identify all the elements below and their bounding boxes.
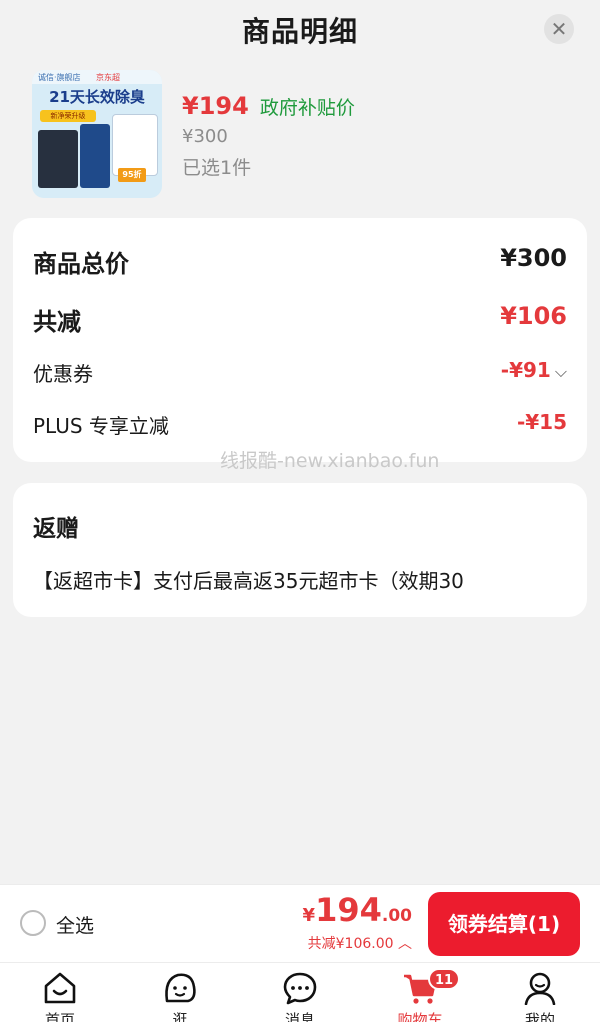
message-icon: [283, 972, 317, 1005]
gift-card: 返赠 【返超市卡】支付后最高返35元超市卡（效期30: [13, 483, 587, 617]
currency-symbol: ¥: [302, 905, 316, 926]
tab-home-label: 首页: [44, 1011, 75, 1022]
total-value: ¥300: [500, 244, 567, 272]
reduce-row: 共减 ¥106: [33, 302, 567, 342]
thumb-box-dark: [38, 130, 78, 188]
original-price: ¥300: [182, 126, 228, 147]
total-row: 商品总价 ¥300: [33, 244, 567, 284]
total-decimal: .00: [381, 906, 412, 926]
plus-row: PLUS 专享立减 -¥15: [33, 410, 567, 450]
reduce-value: ¥106: [500, 302, 567, 330]
coupon-value-wrap[interactable]: -¥91 ⌵: [501, 358, 567, 382]
tab-cart[interactable]: 11 购物车: [380, 968, 461, 1022]
checkout-total: ¥194.00: [303, 891, 412, 929]
reduce-label: 共减: [33, 308, 81, 336]
tab-profile-label: 我的: [524, 1011, 555, 1022]
product-item: 诚信·旗舰店 京东超 21天长效除臭 新净荣升级 95折 ¥194 政府补贴价 …: [32, 70, 572, 200]
thumb-headline: 21天长效除臭: [49, 88, 145, 106]
product-price: ¥194: [182, 92, 249, 120]
select-all-label[interactable]: 全选: [56, 911, 94, 938]
plus-value: -¥15: [516, 410, 567, 434]
cart-count-badge: 11: [428, 968, 461, 990]
checkout-button[interactable]: 领券结算(1): [428, 892, 580, 956]
profile-icon: [524, 972, 556, 1005]
home-icon: [44, 972, 76, 1004]
explore-icon: [165, 973, 196, 1003]
coupon-row[interactable]: 优惠券 -¥91 ⌵: [33, 358, 567, 398]
price-summary-card: 商品总价 ¥300 共减 ¥106 优惠券 -¥91 ⌵ PLUS 专享立减 -¥…: [13, 218, 587, 462]
tab-message[interactable]: 消息: [260, 971, 340, 1022]
tab-message-label: 消息: [284, 1011, 315, 1022]
price-row: ¥194 政府补贴价: [182, 92, 355, 120]
thumb-brand-right: 京东超: [96, 73, 120, 82]
product-info: ¥194 政府补贴价 ¥300 已选1件: [182, 92, 355, 180]
tab-cart-label: 购物车: [397, 1011, 443, 1022]
selected-count: 已选1件: [182, 157, 252, 179]
sheet-header: 商品明细 ✕: [0, 0, 600, 60]
reduce-detail-text: 共减¥106.00: [307, 936, 394, 952]
total-label: 商品总价: [33, 250, 129, 278]
close-icon[interactable]: ✕: [544, 14, 574, 44]
watermark: 线报酷-new.xianbao.fun: [220, 450, 440, 472]
plus-label: PLUS 专享立减: [33, 414, 169, 438]
thumb-tag: 新净荣升级: [40, 110, 96, 122]
coupon-value: -¥91: [500, 358, 551, 382]
gift-text: 【返超市卡】支付后最高返35元超市卡（效期30: [33, 569, 464, 593]
total-integer: 194: [315, 891, 382, 929]
tab-explore-label: 逛: [172, 1011, 188, 1022]
thumb-box-blue: [80, 124, 110, 188]
tab-profile[interactable]: 我的: [500, 971, 580, 1022]
thumb-discount-badge: 95折: [118, 168, 146, 182]
bottom-tab-bar: 首页 逛 消息 11 购物车 我的: [0, 962, 600, 1022]
gift-title: 返赠: [33, 516, 79, 542]
checkout-bar: 全选 ¥194.00 共减¥106.00 ︿ 领券结算(1): [0, 884, 600, 962]
chevron-down-icon[interactable]: ⌵: [555, 362, 567, 381]
tab-explore[interactable]: 逛: [140, 971, 220, 1022]
chevron-up-icon[interactable]: ︿: [398, 936, 412, 952]
thumb-card: [112, 114, 158, 176]
thumb-brand-left: 诚信·旗舰店: [38, 73, 81, 82]
page-title: 商品明细: [241, 15, 358, 48]
product-image[interactable]: 诚信·旗舰店 京东超 21天长效除臭 新净荣升级 95折: [32, 70, 162, 198]
coupon-label: 优惠券: [33, 362, 93, 386]
select-all-checkbox[interactable]: [20, 910, 46, 936]
price-tag: 政府补贴价: [259, 97, 355, 119]
tab-home[interactable]: 首页: [20, 971, 100, 1022]
reduce-detail-toggle[interactable]: 共减¥106.00 ︿: [308, 933, 412, 953]
